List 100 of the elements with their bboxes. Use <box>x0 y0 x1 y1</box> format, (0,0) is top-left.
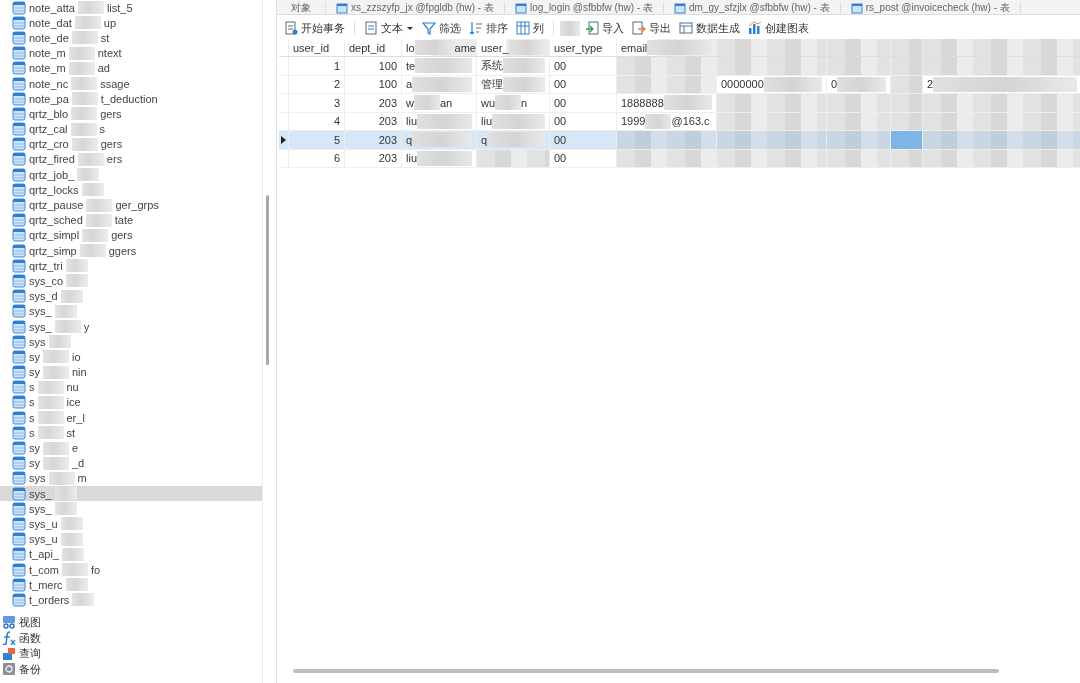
scrollbar-thumb[interactable] <box>266 195 269 365</box>
redaction-patch <box>66 274 89 288</box>
sidebar-item[interactable]: t_merc <box>0 577 262 593</box>
toolbar-button[interactable]: 文本 <box>361 18 417 38</box>
table-icon <box>12 532 26 547</box>
table-row[interactable]: 4 203 liu liu 00 1999 @163.c <box>279 112 1080 131</box>
table-cell: 系统 <box>481 58 503 74</box>
table-cell: 100 <box>378 59 397 72</box>
sidebar-item[interactable]: 函数 <box>0 630 262 646</box>
redaction-patch <box>81 183 104 197</box>
sidebar-item[interactable]: qrtz_blo gers <box>0 106 262 122</box>
table-name: sy <box>29 366 40 379</box>
sidebar-item[interactable]: qrtz_fired ers <box>0 151 262 168</box>
sidebar-item[interactable]: s er_l <box>0 410 262 426</box>
tab[interactable]: 对象 <box>277 2 326 14</box>
sidebar-item[interactable]: qrtz_tri <box>0 258 262 274</box>
table-row[interactable]: 3 203 w an wu n 00 1888888 <box>279 94 1080 113</box>
sidebar-item[interactable]: sys_ <box>0 486 262 502</box>
table-icon <box>12 471 26 486</box>
sidebar-item[interactable]: note_m ad <box>0 60 262 76</box>
sidebar-item[interactable]: sys_ <box>0 501 262 517</box>
tab[interactable]: dm_gy_sfzjlx @sfbbfw (hw) - 表 <box>663 2 841 14</box>
table-icon <box>12 273 26 288</box>
toolbar-button[interactable]: 筛选 <box>419 18 464 38</box>
toolbar-button[interactable]: 导出 <box>629 18 674 38</box>
toolbar-button[interactable]: 排序 <box>466 18 511 38</box>
toolbar-button[interactable]: 列 <box>513 18 547 38</box>
table-row[interactable]: 2 100 a 管理 00 0000000 0 2 <box>279 75 1080 94</box>
sidebar-item[interactable]: sys_co <box>0 273 262 289</box>
toolbar-button[interactable]: 数据生成 <box>676 18 743 38</box>
table-name: qrtz_cro <box>29 138 69 151</box>
table-name: st <box>100 31 110 44</box>
table-cell: 203 <box>378 133 397 146</box>
table-name: sys_u <box>29 533 58 546</box>
sidebar-item[interactable]: sys_u <box>0 531 262 547</box>
table-name: qrtz_pause <box>29 199 84 212</box>
sidebar-item[interactable]: qrtz_simpl gers <box>0 227 262 243</box>
sidebar-item[interactable]: qrtz_job_ <box>0 167 262 183</box>
sidebar-item[interactable]: note_de st <box>0 30 262 46</box>
tab[interactable]: log_login @sfbbfw (hw) - 表 <box>504 2 664 14</box>
table-name: ice <box>66 396 81 409</box>
table-row[interactable]: 5 203 q q 00 <box>279 131 1080 150</box>
tab[interactable]: rs_post @invoicecheck (hw) - 表 <box>840 2 1021 14</box>
sidebar-item[interactable]: sy nin <box>0 364 262 380</box>
sidebar-item[interactable]: sy _d <box>0 455 262 471</box>
redaction-patch <box>62 547 84 561</box>
sidebar-item[interactable]: s nu <box>0 379 262 395</box>
sidebar-item[interactable]: 视图 <box>0 614 262 631</box>
redaction-patch <box>647 40 712 55</box>
table-icon <box>12 122 26 137</box>
table-name: m <box>77 472 87 485</box>
sidebar-item[interactable]: note_atta list_5 <box>0 0 262 16</box>
table-icon <box>12 425 26 440</box>
sidebar-item[interactable]: 备份 <box>0 661 262 678</box>
table-row[interactable]: 6 203 liu 00 <box>279 149 1080 168</box>
sidebar-item[interactable]: qrtz_cro gers <box>0 136 262 152</box>
sidebar-item[interactable]: sys_d <box>0 288 262 304</box>
redaction-patch <box>503 58 545 74</box>
table-name: qrtz_job_ <box>29 168 75 181</box>
sidebar-item[interactable]: qrtz_cal s <box>0 121 262 137</box>
sidebar-item[interactable]: sy e <box>0 440 262 456</box>
table-name: s <box>99 123 106 136</box>
table-cell: 00 <box>554 133 567 146</box>
sidebar-item[interactable]: sys_u <box>0 516 262 532</box>
sidebar-item[interactable]: note_nc ssage <box>0 75 262 92</box>
sidebar-item[interactable]: t_orders <box>0 592 262 608</box>
toolbar-button[interactable]: 开始事务 <box>281 18 348 38</box>
sidebar-item[interactable]: t_api_ <box>0 546 262 562</box>
redaction-patch <box>492 113 545 129</box>
sidebar-item[interactable]: 查询 <box>0 645 262 662</box>
sidebar-item[interactable]: note_dat up <box>0 15 262 31</box>
redaction-patch <box>54 320 81 334</box>
redaction-patch <box>68 61 95 75</box>
toolbar-button[interactable]: 导入 <box>582 18 627 38</box>
column-header[interactable]: user_id <box>289 39 345 56</box>
sidebar-item[interactable]: s st <box>0 425 262 441</box>
table-cell: 3 <box>333 96 340 109</box>
sidebar-item[interactable]: sys_ <box>0 303 262 319</box>
table-cell: 203 <box>378 152 397 165</box>
table-icon <box>12 137 26 152</box>
sidebar-item[interactable]: qrtz_sched tate <box>0 212 262 228</box>
sidebar-item[interactable]: qrtz_locks <box>0 182 262 198</box>
table-cell: 00 <box>554 59 567 72</box>
sidebar-item[interactable]: sys m <box>0 470 262 486</box>
chart-icon <box>748 21 762 35</box>
sidebar-item[interactable]: t_com fo <box>0 561 262 578</box>
sidebar-item[interactable]: s ice <box>0 394 262 411</box>
sidebar-item[interactable]: qrtz_simp ggers <box>0 243 262 259</box>
sidebar-item[interactable]: qrtz_pause ger_grps <box>0 197 262 213</box>
toolbar-button[interactable]: 创建图表 <box>745 18 812 38</box>
tab[interactable]: xs_zzszyfp_jx @fpgldb (hw) - 表 <box>326 2 505 14</box>
table-name: note_atta <box>29 1 75 14</box>
redaction-patch <box>71 137 98 151</box>
sidebar-item[interactable]: sys_ y <box>0 318 262 335</box>
table-row[interactable]: 1 100 te 系统 00 <box>279 57 1080 76</box>
sidebar-item[interactable]: sys <box>0 334 262 350</box>
sidebar-item[interactable]: sy io <box>0 349 262 365</box>
sidebar-item[interactable]: note_pa t_deduction <box>0 91 262 107</box>
sidebar-item[interactable]: note_m ntext <box>0 45 262 61</box>
scrollbar-thumb[interactable] <box>293 669 999 673</box>
